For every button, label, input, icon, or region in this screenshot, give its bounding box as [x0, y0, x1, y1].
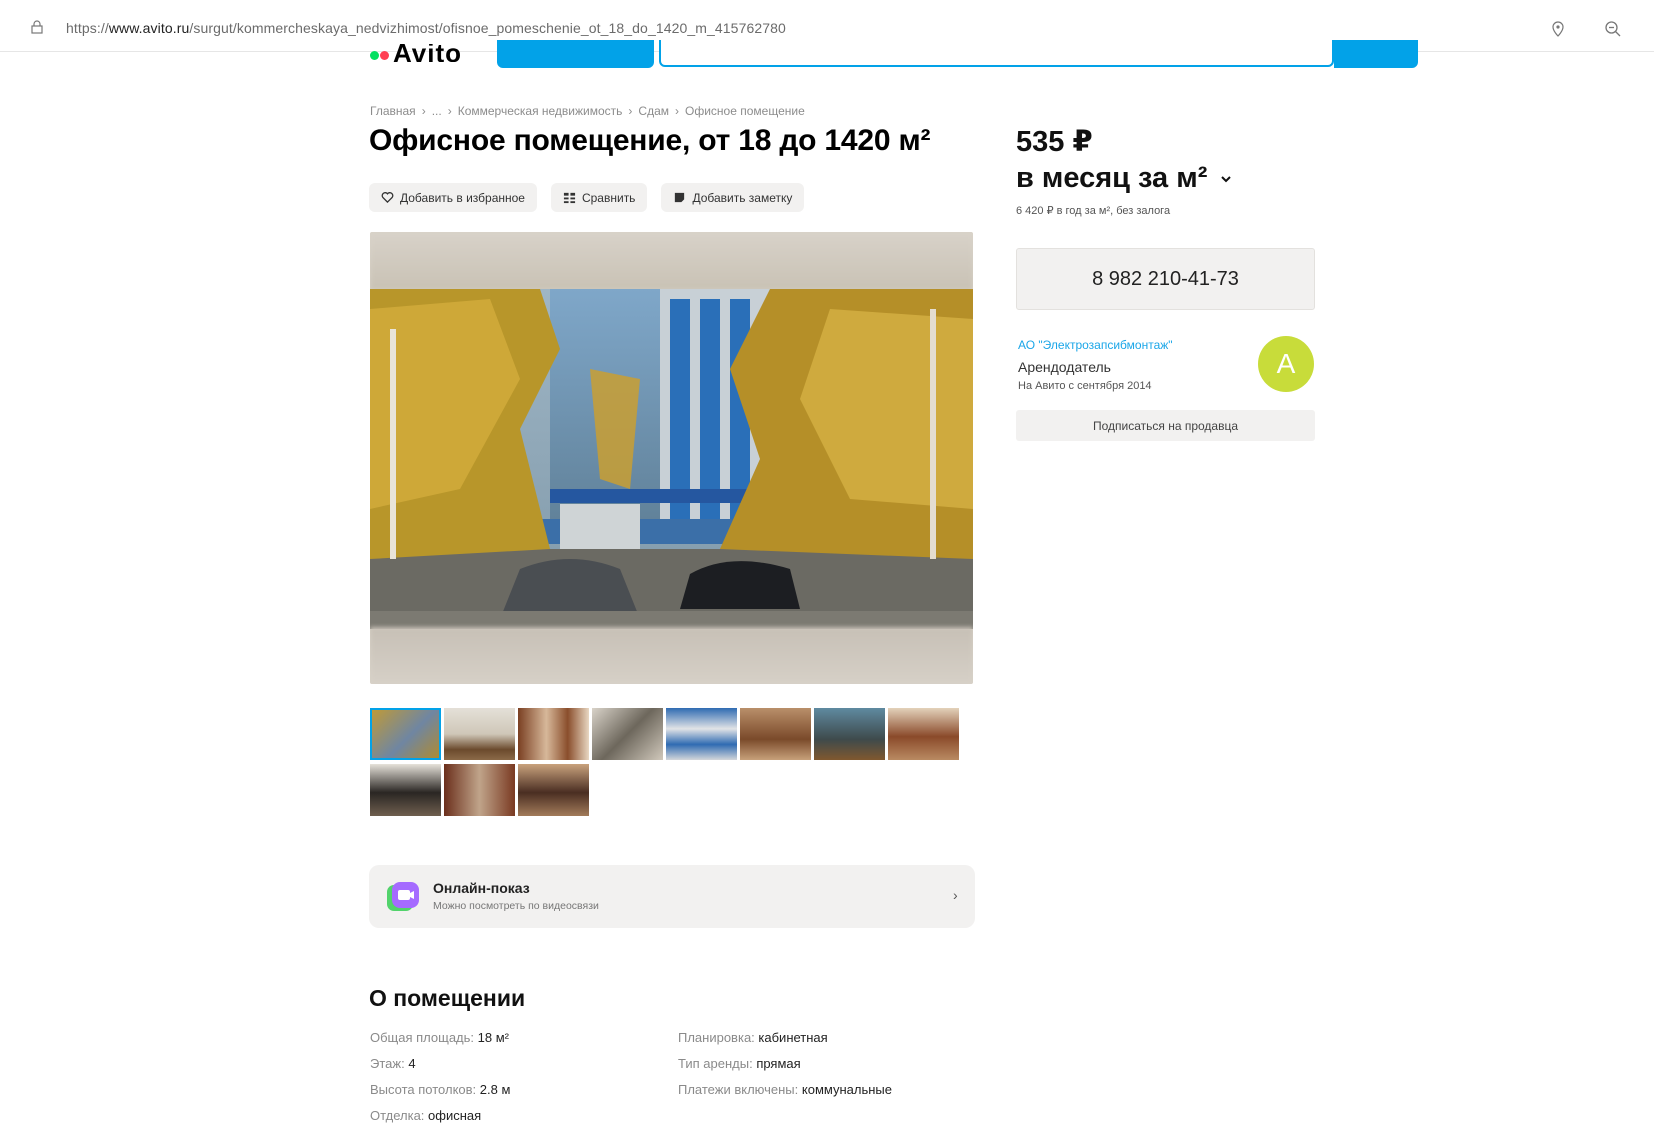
subscribe-seller-button[interactable]: Подписаться на продавца — [1016, 410, 1315, 441]
listing-actions: Добавить в избранное Сравнить Добавить з… — [369, 183, 805, 212]
param-floor: Этаж: 4 — [370, 1056, 416, 1071]
main-photo[interactable] — [370, 289, 973, 629]
note-icon — [675, 192, 685, 203]
building-photo — [370, 289, 973, 629]
add-note-button[interactable]: Добавить заметку — [661, 183, 805, 212]
avito-logo[interactable]: Avito — [370, 40, 462, 62]
price-period: в месяц за м² — [1016, 162, 1208, 194]
video-call-icon — [387, 882, 419, 911]
param-finishing: Отделка: офисная — [370, 1108, 482, 1123]
param-total-area: Общая площадь: 18 м² — [370, 1030, 509, 1045]
thumbnail[interactable] — [814, 708, 885, 760]
online-viewing-title: Онлайн-показ — [433, 880, 530, 896]
price-period-selector[interactable]: в месяц за м² — [1016, 160, 1233, 197]
breadcrumb-separator: › — [421, 104, 426, 118]
thumbnail[interactable] — [518, 764, 589, 816]
breadcrumb-separator: › — [675, 104, 680, 118]
logo-dot — [370, 51, 379, 60]
online-viewing-subtitle: Можно посмотреть по видеосвязи — [433, 900, 599, 912]
param-ceiling-height: Высота потолков: 2.8 м — [370, 1082, 511, 1097]
avatar[interactable]: А — [1258, 336, 1314, 392]
breadcrumb-separator: › — [628, 104, 633, 118]
gallery-blur-top — [370, 232, 973, 290]
gallery-blur-bottom — [370, 627, 973, 684]
breadcrumb: Главная › ... › Коммерческая недвижимост… — [370, 104, 805, 118]
compare-label: Сравнить — [581, 190, 636, 205]
breadcrumb-item-office[interactable]: Офисное помещение — [685, 104, 805, 118]
seller-since: На Авито с сентября 2014 — [1018, 380, 1152, 392]
breadcrumb-item-ellipsis[interactable]: ... — [432, 104, 442, 118]
logo-text: Avito — [393, 44, 463, 62]
thumbnail[interactable] — [592, 708, 663, 760]
add-to-favorites-button[interactable]: Добавить в избранное — [369, 183, 537, 212]
price-note: 6 420 ₽ в год за м², без залога — [1016, 205, 1171, 217]
param-lease-type: Тип аренды: прямая — [678, 1056, 801, 1071]
add-note-label: Добавить заметку — [692, 190, 793, 205]
search-input[interactable] — [659, 40, 1334, 67]
location-pin-icon[interactable] — [1551, 21, 1565, 37]
param-layout: Планировка: кабинетная — [678, 1030, 828, 1045]
show-phone-button[interactable]: 8 982 210-41-73 — [1016, 248, 1315, 310]
breadcrumb-separator: › — [447, 104, 452, 118]
all-categories-button[interactable] — [497, 40, 654, 68]
compare-button[interactable]: Сравнить — [550, 183, 648, 212]
chevron-right-icon: › — [953, 887, 958, 903]
search-button[interactable] — [1334, 40, 1418, 68]
breadcrumb-item-home[interactable]: Главная — [370, 104, 416, 118]
price-amount: 535 ₽ — [1016, 126, 1093, 158]
lock-icon — [31, 20, 43, 34]
photo-gallery[interactable] — [370, 232, 973, 684]
param-payments-included: Платежи включены: коммунальные — [678, 1082, 892, 1097]
heart-icon — [381, 192, 394, 204]
about-section-title: О помещении — [369, 985, 526, 1011]
breadcrumb-item-commercial[interactable]: Коммерческая недвижимость — [458, 104, 623, 118]
add-to-favorites-label: Добавить в избранное — [400, 190, 525, 205]
online-viewing-card[interactable]: Онлайн-показ Можно посмотреть по видеосв… — [369, 865, 975, 928]
zoom-out-icon[interactable] — [1604, 20, 1622, 38]
thumbnail[interactable] — [666, 708, 737, 760]
thumbnail[interactable] — [888, 708, 959, 760]
seller-name-link[interactable]: АО "Электрозапсибмонтаж" — [1018, 338, 1173, 352]
seller-role: Арендодатель — [1018, 359, 1111, 375]
thumbnail[interactable] — [444, 764, 515, 816]
thumbnail-strip — [370, 708, 970, 816]
chevron-down-icon — [1221, 176, 1232, 183]
url-text[interactable]: https://www.avito.ru/surgut/kommercheska… — [66, 20, 786, 36]
site-header: Avito — [0, 40, 1654, 68]
thumbnail[interactable] — [518, 708, 589, 760]
thumbnail[interactable] — [370, 764, 441, 816]
page-title: Офисное помещение, от 18 до 1420 м² — [369, 124, 931, 157]
thumbnail[interactable] — [370, 708, 441, 760]
thumbnail[interactable] — [444, 708, 515, 760]
logo-dot — [380, 51, 389, 60]
thumbnail[interactable] — [740, 708, 811, 760]
compare-icon — [563, 192, 576, 204]
breadcrumb-item-rent[interactable]: Сдам — [638, 104, 669, 118]
